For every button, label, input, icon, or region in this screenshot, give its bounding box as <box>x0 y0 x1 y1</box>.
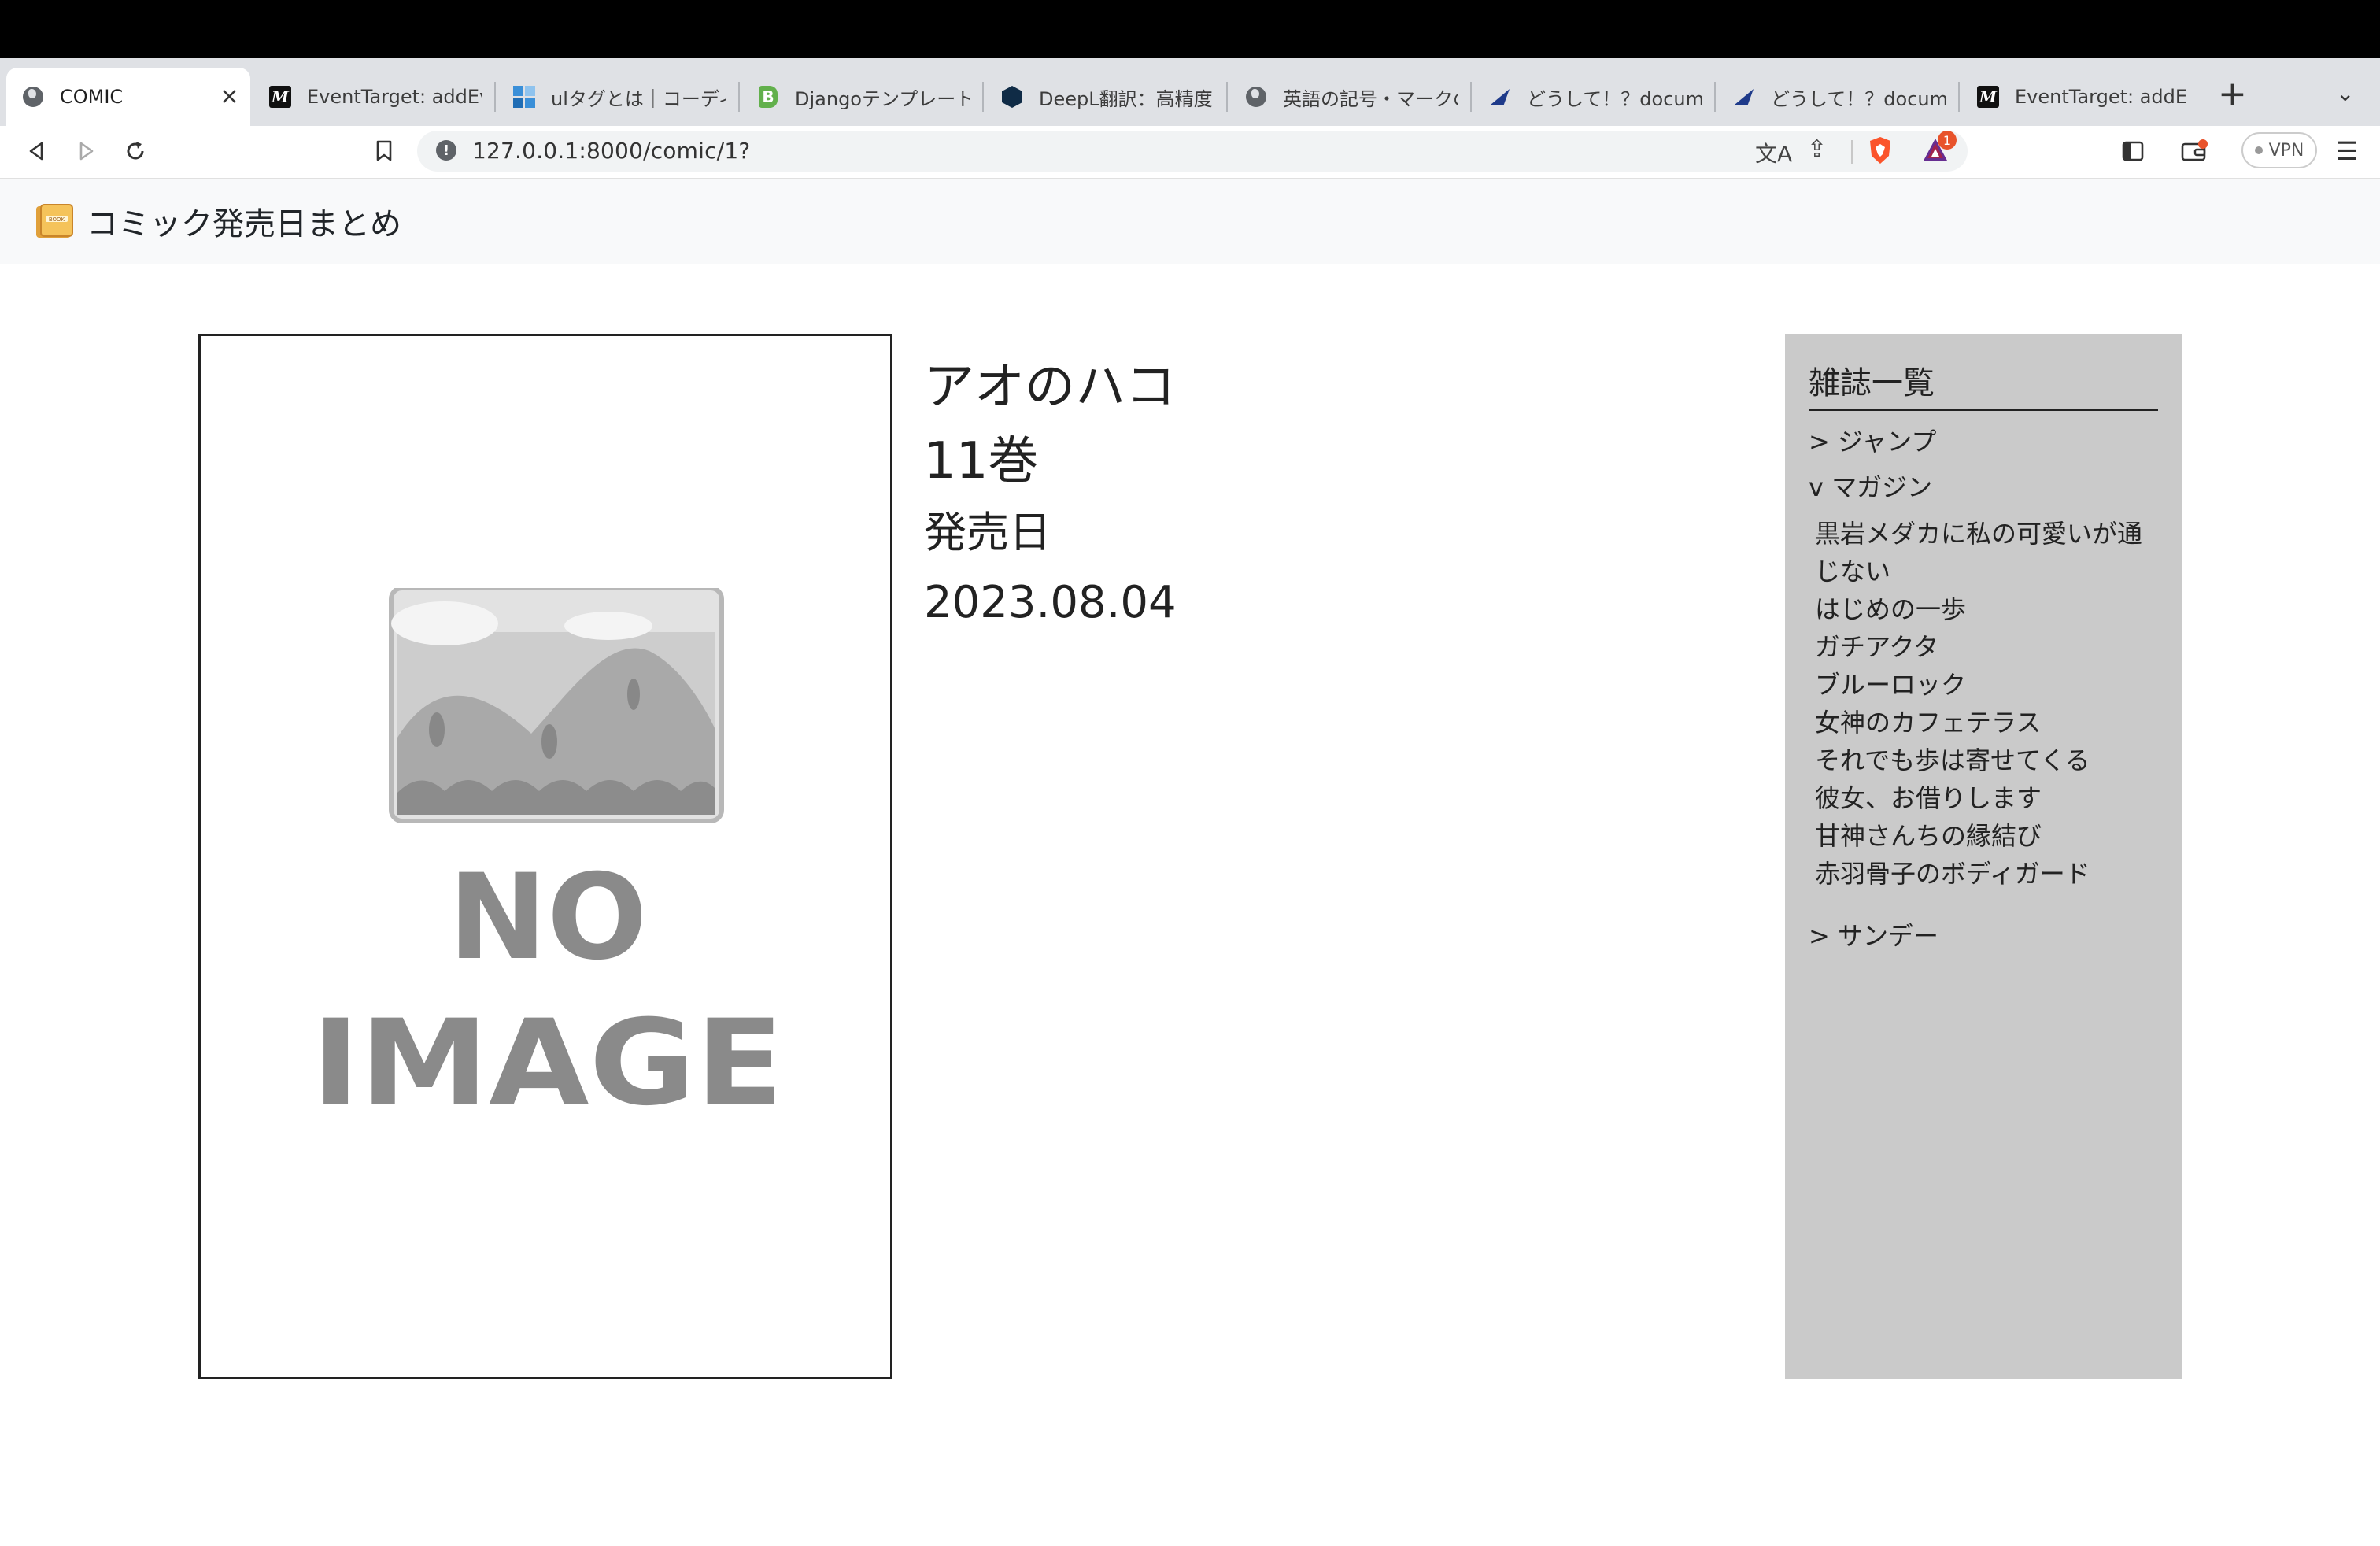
comic-volume: 11巻 <box>924 432 1039 490</box>
tab-comic[interactable]: COMIC × <box>6 68 250 126</box>
tab-separator <box>1714 82 1716 112</box>
menu-icon[interactable]: ☰ <box>2330 134 2364 168</box>
rewards-badge: 1 <box>1938 131 1957 150</box>
magazine-jump[interactable]: > ジャンプ <box>1809 422 1936 458</box>
release-date-label: 発売日 <box>924 508 1051 557</box>
back-button[interactable] <box>19 134 54 168</box>
manga-item[interactable]: それでも歩は寄せてくる <box>1815 742 2161 779</box>
back-arrow-icon <box>29 142 43 161</box>
brand-link[interactable]: BOOK コミック発売日まとめ <box>33 198 401 244</box>
tab-symbols[interactable]: 英語の記号・マークの読み方 <box>1229 68 1469 126</box>
svg-text:BOOK: BOOK <box>49 216 65 223</box>
tab-separator <box>1958 82 1960 112</box>
share-icon[interactable]: ⇪ <box>1807 135 1827 163</box>
sidebar-title: 雑誌一覧 <box>1809 357 2158 411</box>
tab-separator <box>1470 82 1472 112</box>
grid-icon <box>513 86 535 108</box>
manga-item[interactable]: ガチアクタ <box>1815 628 2161 666</box>
wallet-icon <box>2181 139 2208 161</box>
no-image-placeholder: NO IMAGE <box>312 588 784 1132</box>
manga-item[interactable]: 赤羽骨子のボディガード <box>1815 855 2161 893</box>
new-tab-button[interactable]: + <box>2218 77 2247 112</box>
tab-eventtarget-2[interactable]: M EventTarget: addEventListener() <box>1961 68 2197 126</box>
cover-image: NO IMAGE <box>198 334 893 1379</box>
sidebar-toggle-button[interactable] <box>2116 134 2150 168</box>
url-text[interactable]: 127.0.0.1:8000/comic/1? <box>472 138 750 164</box>
tab-document-2[interactable]: どうして！？documentが <box>1717 68 1957 126</box>
tab-title: EventTarget: addEventListener() <box>2015 86 2186 108</box>
manga-item[interactable]: 甘神さんちの縁結び <box>1815 817 2161 855</box>
tab-deepl[interactable]: DeepL翻訳：高精度な翻訳 <box>985 68 1225 126</box>
no-image-text-line1: NO <box>448 849 647 986</box>
address-bar[interactable]: ! 127.0.0.1:8000/comic/1? 文A ⇪ 1 <box>417 131 1968 172</box>
plane-icon <box>1733 86 1755 108</box>
tab-separator <box>494 82 496 112</box>
manga-item[interactable]: 黒岩メダカに私の可愛いが通じない <box>1815 515 2161 590</box>
site-info-icon[interactable]: ! <box>436 140 456 161</box>
forward-arrow-icon <box>79 142 94 161</box>
manga-list: 黒岩メダカに私の可愛いが通じない はじめの一歩 ガチアクタ ブルーロック 女神の… <box>1815 515 2161 893</box>
brand-title: コミック発売日まとめ <box>87 206 401 242</box>
vpn-label: VPN <box>2268 140 2304 161</box>
bookmark-icon <box>376 140 392 161</box>
forward-button[interactable] <box>69 134 104 168</box>
tab-title: ulタグとは｜コーディング <box>551 87 726 110</box>
globe-icon <box>1245 86 1267 108</box>
bookmark-button[interactable] <box>367 134 401 168</box>
tab-title: 英語の記号・マークの読み方 <box>1283 87 1458 110</box>
tab-title: どうして！？documentが <box>1527 87 1702 110</box>
tab-eventtarget[interactable]: M EventTarget: addEventListener() <box>253 68 493 126</box>
toolbar-divider <box>1851 140 1853 164</box>
tab-title: EventTarget: addEventListener() <box>307 86 482 108</box>
manga-item[interactable]: ブルーロック <box>1815 666 2161 704</box>
tab-ul[interactable]: ulタグとは｜コーディング <box>497 68 737 126</box>
comic-title: アオのハコ <box>924 358 1176 416</box>
reload-button[interactable] <box>118 134 153 168</box>
tab-separator <box>738 82 740 112</box>
tab-separator <box>1226 82 1228 112</box>
manga-item[interactable]: はじめの一歩 <box>1815 590 2161 628</box>
magazine-sidebar: 雑誌一覧 > ジャンプ v マガジン 黒岩メダカに私の可愛いが通じない はじめの… <box>1785 334 2182 1379</box>
tab-title: Djangoテンプレート内 <box>795 87 970 110</box>
globe-icon <box>22 86 44 108</box>
close-icon[interactable]: × <box>220 85 239 109</box>
comic-info: アオのハコ 11巻 発売日 2023.08.04 <box>924 346 1177 625</box>
translate-icon[interactable]: 文A <box>1755 137 1792 168</box>
plane-icon <box>1489 86 1511 108</box>
magazine-magazine[interactable]: v マガジン <box>1809 468 1932 504</box>
bootstrap-icon: B <box>757 86 779 108</box>
tab-django[interactable]: B Djangoテンプレート内 <box>741 68 981 126</box>
browser-toolbar: ! 127.0.0.1:8000/comic/1? 文A ⇪ 1 VPN ☰ <box>0 126 2380 179</box>
tab-title: どうして！？documentが <box>1771 87 1946 110</box>
vpn-button[interactable]: VPN <box>2241 132 2317 168</box>
vpn-status-dot <box>2254 146 2263 154</box>
tab-strip: COMIC × M EventTarget: addEventListener(… <box>0 58 2380 126</box>
tab-document-1[interactable]: どうして！？documentが <box>1473 68 1713 126</box>
wallet-button[interactable] <box>2175 134 2213 168</box>
book-icon: BOOK <box>36 204 73 238</box>
manga-item[interactable]: 彼女、お借りします <box>1815 779 2161 817</box>
release-date: 2023.08.04 <box>924 577 1177 628</box>
no-image-text-line2: IMAGE <box>312 995 784 1132</box>
tab-search-chevron-icon[interactable]: ⌄ <box>2336 80 2354 106</box>
mdn-icon: M <box>1977 86 1999 108</box>
brave-shields-icon[interactable] <box>1867 135 1894 165</box>
tab-title: COMIC <box>60 86 124 108</box>
site-navbar: BOOK コミック発売日まとめ <box>0 179 2380 264</box>
reload-icon <box>127 142 144 160</box>
system-top-bar <box>0 0 2380 58</box>
mdn-icon: M <box>269 86 291 108</box>
tab-title: DeepL翻訳：高精度な翻訳 <box>1039 87 1214 110</box>
deepl-icon <box>1001 86 1023 108</box>
sidebar-icon <box>2122 141 2144 161</box>
manga-item[interactable]: 女神のカフェテラス <box>1815 704 2161 742</box>
magazine-sunday[interactable]: > サンデー <box>1809 916 1938 952</box>
tab-separator <box>982 82 984 112</box>
